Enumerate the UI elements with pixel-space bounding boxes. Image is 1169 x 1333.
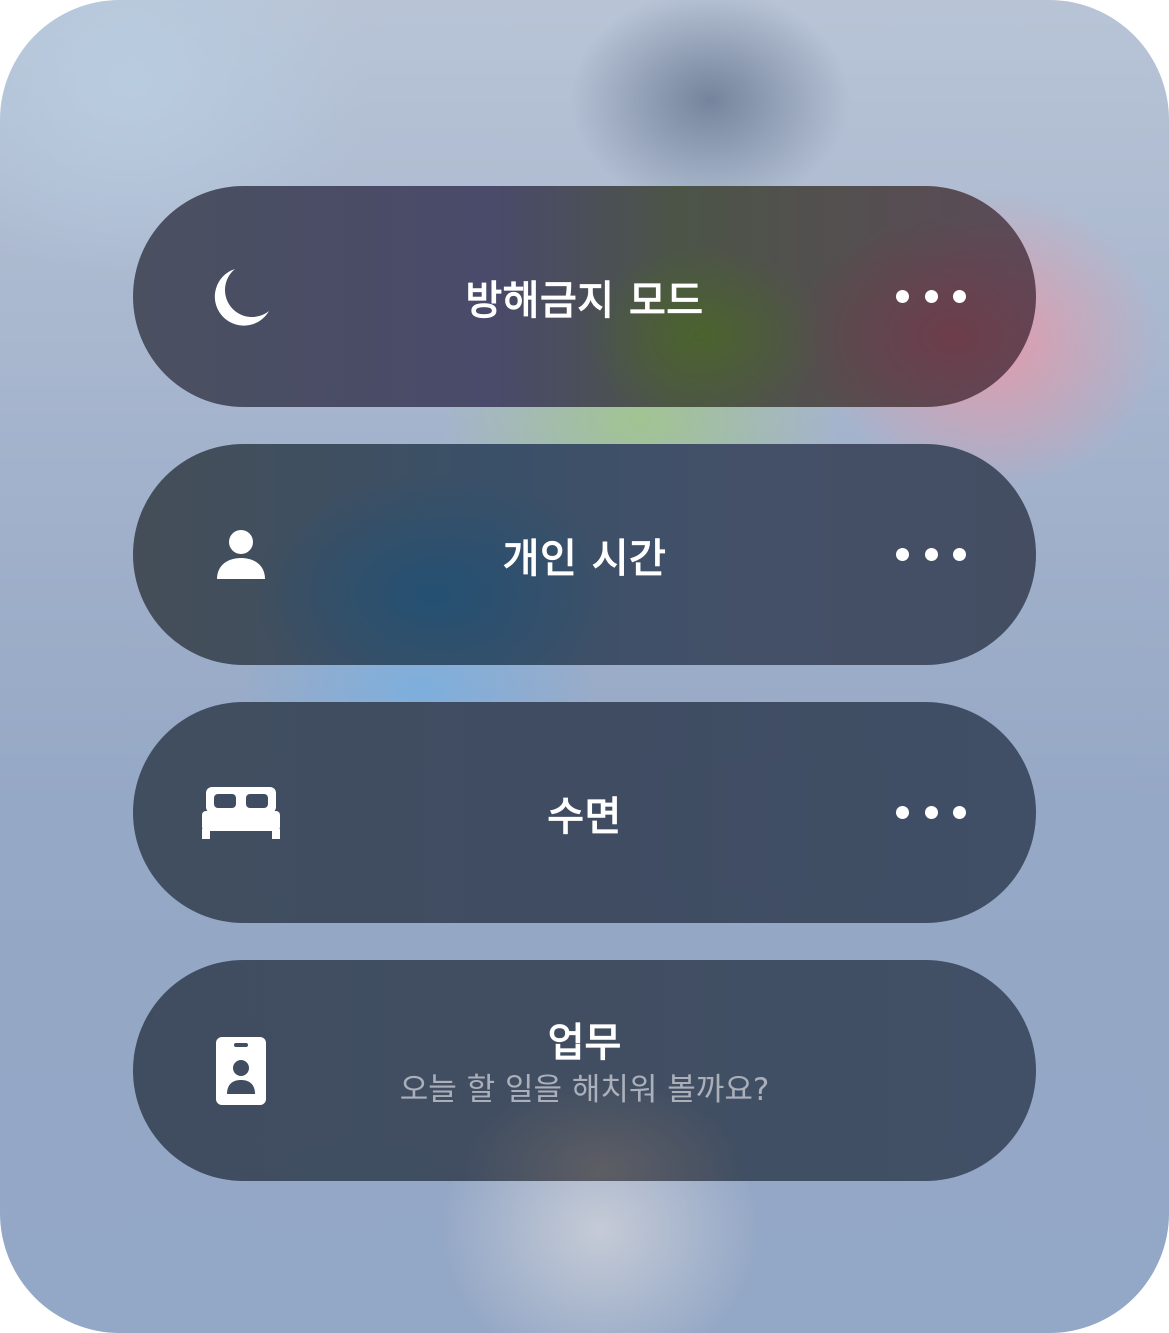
focus-mode-label: 방해금지 모드 [465, 277, 704, 324]
focus-mode-sleep[interactable]: 수면 [133, 702, 1036, 923]
focus-mode-label: 업무 [547, 1020, 622, 1066]
dot [896, 290, 909, 303]
dot [896, 806, 909, 819]
focus-mode-label: 개인 시간 [502, 535, 667, 582]
focus-modes-panel: 방해금지 모드 개인 시간 수면 업무 오늘 할 일을 해치워 볼까요? [0, 0, 1169, 1333]
more-options-button[interactable] [896, 535, 966, 575]
id-badge-icon [199, 1029, 283, 1113]
focus-mode-work[interactable]: 업무 오늘 할 일을 해치워 볼까요? [133, 960, 1036, 1181]
focus-mode-label: 수면 [547, 793, 622, 840]
dot [924, 548, 938, 561]
dot [896, 548, 909, 561]
bed-icon [199, 771, 283, 855]
more-options-button[interactable] [896, 793, 966, 833]
focus-mode-subtitle: 오늘 할 일을 해치워 볼까요? [399, 1072, 770, 1108]
focus-mode-do-not-disturb[interactable]: 방해금지 모드 [133, 186, 1036, 407]
dot [924, 290, 938, 303]
more-options-button[interactable] [896, 277, 966, 317]
moon-icon [199, 255, 283, 339]
dot [924, 806, 938, 819]
focus-mode-text: 업무 오늘 할 일을 해치워 볼까요? [283, 1018, 886, 1110]
dot [953, 548, 966, 561]
dot [953, 290, 966, 303]
person-icon [199, 513, 283, 597]
dot [953, 806, 966, 819]
focus-mode-personal[interactable]: 개인 시간 [133, 444, 1036, 665]
